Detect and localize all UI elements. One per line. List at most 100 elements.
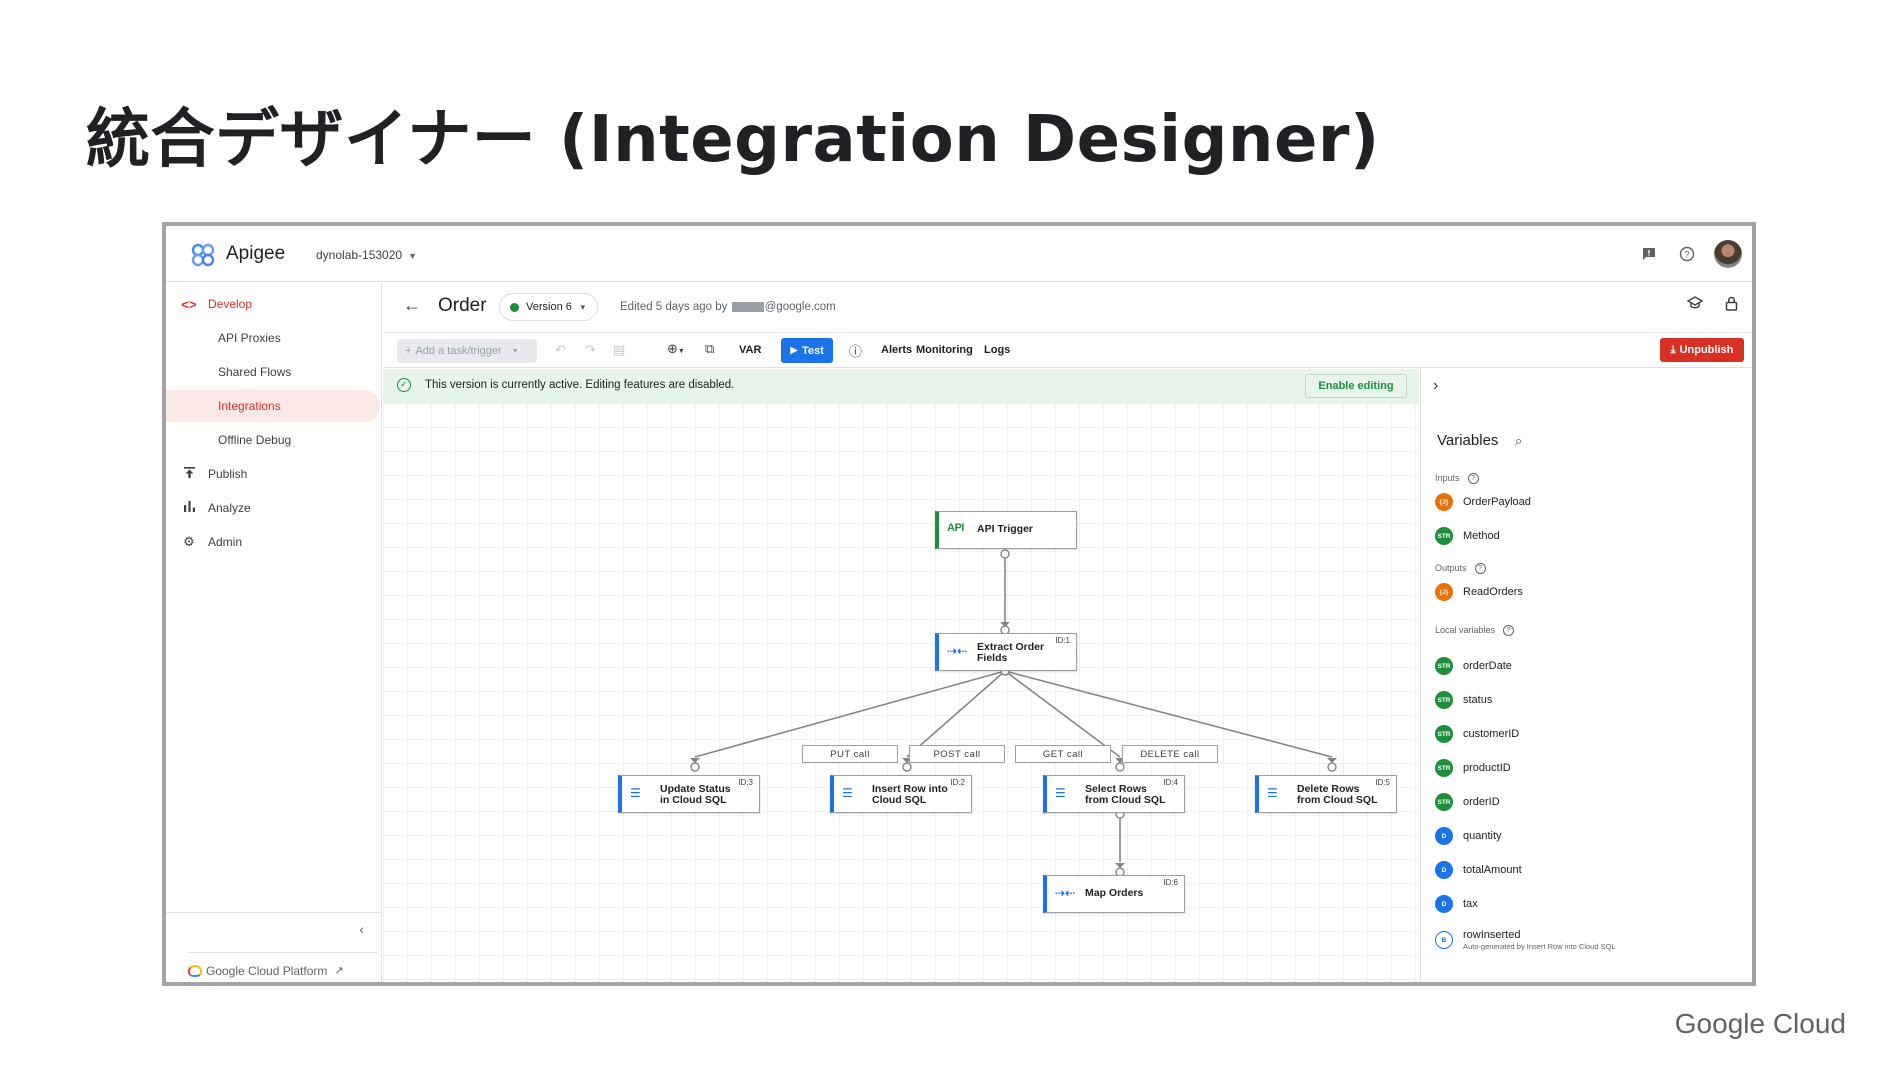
section-label: Inputs xyxy=(1435,473,1460,483)
node-label: Update Status in Cloud SQL xyxy=(660,783,731,806)
main-area: ← Order Version 6 ▼ Edited 5 days ago by… xyxy=(383,282,1752,982)
sidebar-item-label: Publish xyxy=(208,467,248,481)
local-variables-section-label: Local variables? xyxy=(1435,625,1515,637)
var-button[interactable]: VAR xyxy=(739,344,761,356)
variable-row[interactable]: D quantity xyxy=(1435,827,1502,845)
edge-label-delete: DELETE call xyxy=(1122,745,1218,763)
node-api-trigger[interactable]: API API Trigger xyxy=(935,511,1077,549)
info-icon[interactable]: ⓘ xyxy=(849,341,862,360)
variable-row[interactable]: STR orderID xyxy=(1435,793,1500,811)
sidebar-item-shared-flows[interactable]: Shared Flows xyxy=(166,356,380,388)
unpublish-label: Unpublish xyxy=(1679,344,1734,356)
variable-row[interactable]: STR productID xyxy=(1435,759,1511,777)
node-update-status[interactable]: ☰ Update Status in Cloud SQL ID:3 xyxy=(618,775,760,813)
edited-info: Edited 5 days ago by @google.com xyxy=(620,301,836,313)
flow-edges xyxy=(690,549,1337,877)
sidebar-item-publish[interactable]: Publish xyxy=(166,458,380,490)
variable-name: orderID xyxy=(1463,796,1500,808)
variable-name: quantity xyxy=(1463,830,1502,842)
fit-view-icon[interactable]: ⧉ xyxy=(705,341,714,357)
feedback-icon[interactable] xyxy=(1638,243,1660,265)
database-icon: ☰ xyxy=(842,786,853,800)
variable-row[interactable]: D totalAmount xyxy=(1435,861,1522,879)
banner-text: This version is currently active. Editin… xyxy=(425,379,735,391)
node-label: API Trigger xyxy=(977,523,1034,535)
variable-row[interactable]: {J} ReadOrders xyxy=(1435,583,1523,601)
variable-row[interactable]: STR orderDate xyxy=(1435,657,1512,675)
external-link-icon: ↗ xyxy=(334,965,344,977)
sidebar-item-label: Develop xyxy=(208,297,253,311)
sidebar-item-label: Shared Flows xyxy=(218,365,292,379)
chevron-down-icon: ▼ xyxy=(511,347,519,355)
sidebar-item-api-proxies[interactable]: API Proxies xyxy=(166,322,380,354)
redo-icon[interactable]: ↷ xyxy=(585,342,596,358)
test-label: Test xyxy=(801,344,824,357)
app-header: Apigee dynolab-153020 ▼ ? xyxy=(166,226,1752,282)
chevron-left-icon: ‹ xyxy=(359,921,364,937)
integration-canvas[interactable]: API API Trigger ⇢⇠ Extract Order Fields … xyxy=(383,403,1419,982)
zoom-icon[interactable]: ⊕▼ xyxy=(667,341,685,357)
variable-row[interactable]: STR customerID xyxy=(1435,725,1519,743)
apigee-logo-icon xyxy=(191,243,215,267)
layout-icon[interactable]: ▤ xyxy=(613,342,625,358)
node-insert-row[interactable]: ☰ Insert Row into Cloud SQL ID:2 xyxy=(830,775,972,813)
bar-chart-icon xyxy=(178,500,200,516)
chevron-down-icon: ▼ xyxy=(408,251,417,261)
project-selector[interactable]: dynolab-153020 ▼ xyxy=(316,248,417,262)
node-select-rows[interactable]: ☰ Select Rows from Cloud SQL ID:4 xyxy=(1043,775,1185,813)
variable-row[interactable]: {J} OrderPayload xyxy=(1435,493,1531,511)
node-delete-rows[interactable]: ☰ Delete Rows from Cloud SQL ID:5 xyxy=(1255,775,1397,813)
variable-row[interactable]: D tax xyxy=(1435,895,1478,913)
variable-row[interactable]: STR status xyxy=(1435,691,1492,709)
search-icon[interactable]: ⌕ xyxy=(1515,433,1522,449)
sidebar-collapse-button[interactable]: ‹ xyxy=(166,912,380,946)
lock-icon[interactable] xyxy=(1725,296,1738,315)
sidebar-item-label: API Proxies xyxy=(218,331,281,345)
sidebar-item-analyze[interactable]: Analyze xyxy=(166,492,380,524)
help-icon[interactable]: ? xyxy=(1467,473,1479,485)
node-label: Extract Order Fields xyxy=(977,641,1045,664)
inputs-section-label: Inputs? xyxy=(1435,473,1479,485)
gcp-link[interactable]: Google Cloud Platform ↗ xyxy=(188,952,378,980)
node-label: Insert Row into Cloud SQL xyxy=(872,783,948,806)
undo-icon[interactable]: ↶ xyxy=(555,342,566,358)
alerts-link[interactable]: Alerts xyxy=(881,344,912,356)
sidebar-item-integrations[interactable]: Integrations xyxy=(166,390,380,422)
enable-editing-button[interactable]: Enable editing xyxy=(1305,374,1407,398)
database-icon: ☰ xyxy=(1267,786,1278,800)
port-circle xyxy=(902,762,912,772)
variable-row[interactable]: STR Method xyxy=(1435,527,1500,545)
double-type-icon: D xyxy=(1435,827,1453,845)
help-icon[interactable]: ? xyxy=(1676,243,1698,265)
help-icon[interactable]: ? xyxy=(1503,625,1515,637)
publish-icon xyxy=(178,466,200,482)
node-extract-order-fields[interactable]: ⇢⇠ Extract Order Fields ID:1 xyxy=(935,633,1077,671)
string-type-icon: STR xyxy=(1435,657,1453,675)
sidebar-item-admin[interactable]: ⚙ Admin xyxy=(166,526,380,558)
string-type-icon: STR xyxy=(1435,725,1453,743)
edge-label-put: PUT call xyxy=(802,745,898,763)
graduation-cap-icon[interactable] xyxy=(1686,296,1704,315)
sidebar-item-label: Analyze xyxy=(208,501,251,515)
sidebar-item-label: Admin xyxy=(208,535,243,549)
test-button[interactable]: ▶ Test xyxy=(781,338,833,363)
chevron-right-icon[interactable]: › xyxy=(1433,377,1438,395)
version-selector[interactable]: Version 6 ▼ xyxy=(499,293,598,321)
logs-link[interactable]: Logs xyxy=(984,344,1010,356)
back-arrow-icon[interactable]: ← xyxy=(403,295,421,316)
sidebar-item-offline-debug[interactable]: Offline Debug xyxy=(166,424,380,456)
plus-icon: + xyxy=(405,345,412,357)
node-map-orders[interactable]: ⇢⇠ Map Orders ID:6 xyxy=(1043,875,1185,913)
unpublish-button[interactable]: ⤓ Unpublish xyxy=(1660,338,1744,362)
variable-row[interactable]: B rowInserted Auto-generated by Insert R… xyxy=(1435,929,1616,951)
add-task-button[interactable]: + Add a task/trigger ▼ xyxy=(397,339,537,363)
variable-name: Method xyxy=(1463,530,1500,542)
edge-label-post: POST call xyxy=(909,745,1005,763)
avatar[interactable] xyxy=(1714,240,1742,268)
help-icon[interactable]: ? xyxy=(1474,563,1486,575)
project-name: dynolab-153020 xyxy=(316,248,403,262)
download-arrow-icon: ⤓ xyxy=(1670,343,1676,356)
sidebar-item-develop[interactable]: <> Develop xyxy=(166,288,380,320)
string-type-icon: STR xyxy=(1435,793,1453,811)
monitoring-link[interactable]: Monitoring xyxy=(916,344,973,356)
